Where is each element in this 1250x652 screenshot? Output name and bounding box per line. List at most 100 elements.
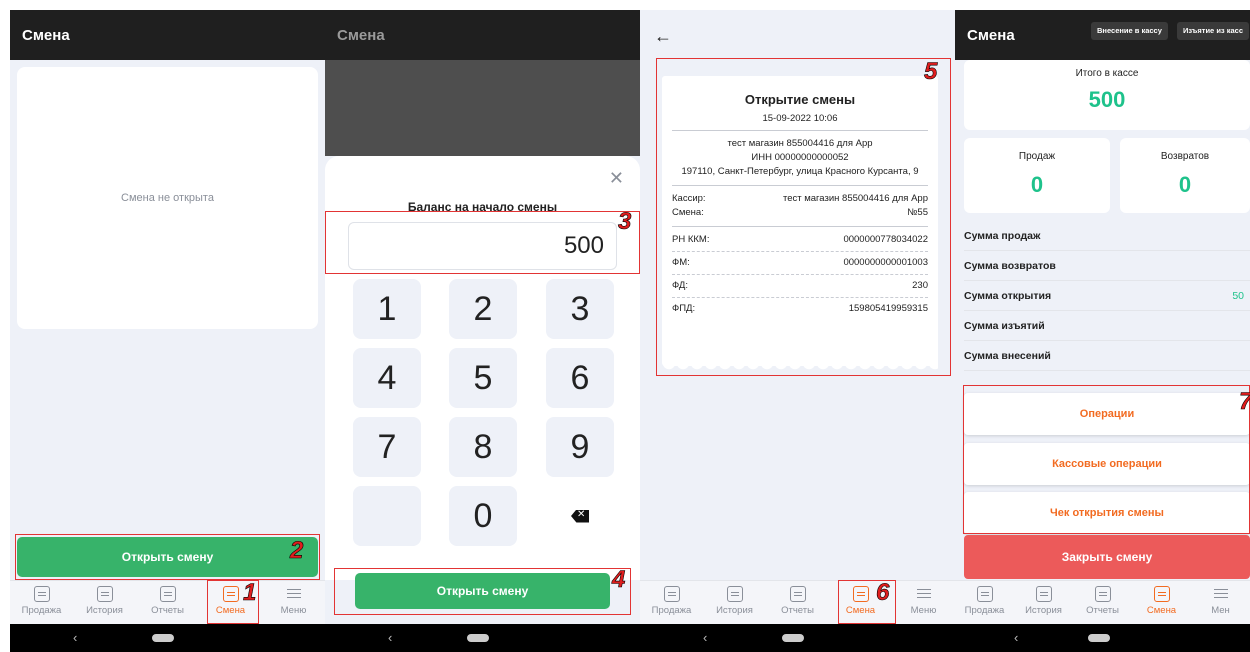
history-icon (1035, 586, 1052, 602)
system-home-icon[interactable] (466, 634, 489, 642)
open-shift-button[interactable]: Открыть смену (17, 537, 318, 577)
screen-open-shift-dialog: Смена ✕ Баланс на начало смены 500 3 1 2… (325, 10, 640, 652)
close-icon[interactable]: ✕ (609, 168, 624, 189)
key-9[interactable]: 9 (546, 417, 614, 477)
arrow-left-icon[interactable]: ← (654, 26, 672, 47)
key-0[interactable]: 0 (449, 486, 517, 546)
history-icon (726, 586, 743, 602)
shift-open-receipt-button[interactable]: Чек открытия смены (964, 492, 1250, 534)
shift-icon (1153, 586, 1170, 602)
receipt-inn: ИНН 00000000000052 (751, 152, 849, 163)
system-back-icon[interactable]: ‹ (73, 630, 77, 645)
divider (672, 251, 928, 252)
history-icon (96, 586, 113, 602)
sale-icon (976, 586, 993, 602)
key-6[interactable]: 6 (546, 348, 614, 408)
key-3[interactable]: 3 (546, 279, 614, 339)
system-nav-bar: ‹ (955, 624, 1250, 652)
nav-item-history[interactable]: История (73, 581, 136, 624)
screen-shift-closed: Смена Смена не открыта Открыть смену 2 П… (10, 10, 325, 652)
system-home-icon[interactable] (781, 634, 804, 642)
system-back-icon[interactable]: ‹ (388, 630, 392, 645)
step-marker: 5 (924, 58, 938, 86)
sales-label: Продаж (1018, 151, 1056, 162)
balance-sheet: ✕ Баланс на начало смены 500 3 1 2 3 4 5… (325, 156, 640, 580)
returns-label: Возвратов (1160, 151, 1210, 162)
deposit-button[interactable]: Внесение в кассу (1091, 22, 1168, 40)
screen-shift-open: Смена Внесение в кассу Изъятие из касс И… (955, 10, 1250, 652)
system-home-icon[interactable] (1087, 634, 1110, 642)
reports-icon (159, 586, 176, 602)
sale-icon (663, 586, 680, 602)
close-shift-button[interactable]: Закрыть смену (964, 535, 1250, 579)
shift-open-receipt: Открытие смены 15-09-2022 10:06 тест маг… (662, 76, 938, 373)
step-marker: 3 (618, 208, 632, 236)
backspace-icon (571, 509, 589, 523)
nav-item-history[interactable]: История (703, 581, 766, 624)
receipt-date: 15-09-2022 10:06 (762, 113, 838, 124)
list-item: Сумма продаж (964, 221, 1250, 251)
list-item: Сумма открытия 50 (964, 281, 1250, 311)
step-marker: 1 (243, 579, 257, 607)
key-5[interactable]: 5 (449, 348, 517, 408)
receipt-row: ФМ: 0000000000001003 (672, 257, 928, 268)
nav-item-shift[interactable]: Смена (1132, 581, 1191, 624)
system-back-icon[interactable]: ‹ (703, 630, 707, 645)
nav-item-menu[interactable]: Мен (1191, 581, 1250, 624)
nav-item-sale[interactable]: Продажа (10, 581, 73, 624)
nav-item-reports[interactable]: Отчеты (766, 581, 829, 624)
list-item: Сумма внесений (964, 341, 1250, 371)
list-item: Сумма изъятий (964, 311, 1250, 341)
bottom-nav: Продажа История Отчеты Смена Меню (640, 580, 955, 624)
nav-item-reports[interactable]: Отчеты (1073, 581, 1132, 624)
sales-card: Продаж 0 (964, 138, 1110, 213)
system-nav-bar: ‹ (640, 624, 955, 652)
bottom-nav: Продажа История Отчеты Смена Мен (955, 580, 1250, 624)
receipt-shop: тест магазин 855004416 для App (727, 138, 873, 149)
total-label: Итого в кассе (1075, 68, 1139, 79)
sale-icon (33, 586, 50, 602)
total-card: Итого в кассе 500 (964, 60, 1250, 130)
returns-card: Возвратов 0 (1120, 138, 1250, 213)
receipt-row: Кассир: тест магазин 855004416 для App (672, 193, 928, 204)
nav-item-menu[interactable]: Меню (262, 581, 325, 624)
menu-icon (1213, 586, 1229, 602)
key-7[interactable]: 7 (353, 417, 421, 477)
divider (672, 297, 928, 298)
receipt-row: РН ККМ: 0000000778034022 (672, 234, 928, 245)
nav-item-history[interactable]: История (1014, 581, 1073, 624)
operations-button[interactable]: Операции (964, 393, 1250, 435)
divider (672, 226, 928, 227)
key-8[interactable]: 8 (449, 417, 517, 477)
step-marker: 4 (612, 566, 626, 594)
receipt-row: ФД: 230 (672, 280, 928, 291)
cash-operations-button[interactable]: Кассовые операции (964, 443, 1250, 485)
open-shift-button[interactable]: Открыть смену (355, 573, 610, 609)
list-item: Сумма возвратов (964, 251, 1250, 281)
receipt-row: ФПД: 159805419959315 (672, 303, 928, 314)
nav-item-menu[interactable]: Меню (892, 581, 955, 624)
balance-label: Баланс на начало смены (407, 200, 558, 214)
step-marker: 7 (1239, 388, 1250, 416)
key-2[interactable]: 2 (449, 279, 517, 339)
shift-status-card: Смена не открыта (17, 67, 318, 329)
nav-item-reports[interactable]: Отчеты (136, 581, 199, 624)
overlay-dim (325, 60, 640, 156)
returns-value: 0 (1178, 172, 1192, 197)
shift-icon (852, 586, 869, 602)
nav-item-sale[interactable]: Продажа (955, 581, 1014, 624)
key-4[interactable]: 4 (353, 348, 421, 408)
bottom-nav: Продажа История Отчеты Смена Меню (10, 580, 325, 624)
system-back-icon[interactable]: ‹ (1014, 630, 1018, 645)
key-1[interactable]: 1 (353, 279, 421, 339)
step-marker: 2 (290, 537, 304, 565)
backspace-key[interactable] (546, 486, 614, 546)
system-nav-bar: ‹ (10, 624, 325, 652)
amount-input[interactable]: 500 (348, 222, 617, 270)
system-home-icon[interactable] (151, 634, 174, 642)
divider (672, 130, 928, 131)
shift-icon (222, 586, 239, 602)
withdraw-button[interactable]: Изъятие из касс (1177, 22, 1250, 40)
key-empty (353, 486, 421, 546)
nav-item-sale[interactable]: Продажа (640, 581, 703, 624)
